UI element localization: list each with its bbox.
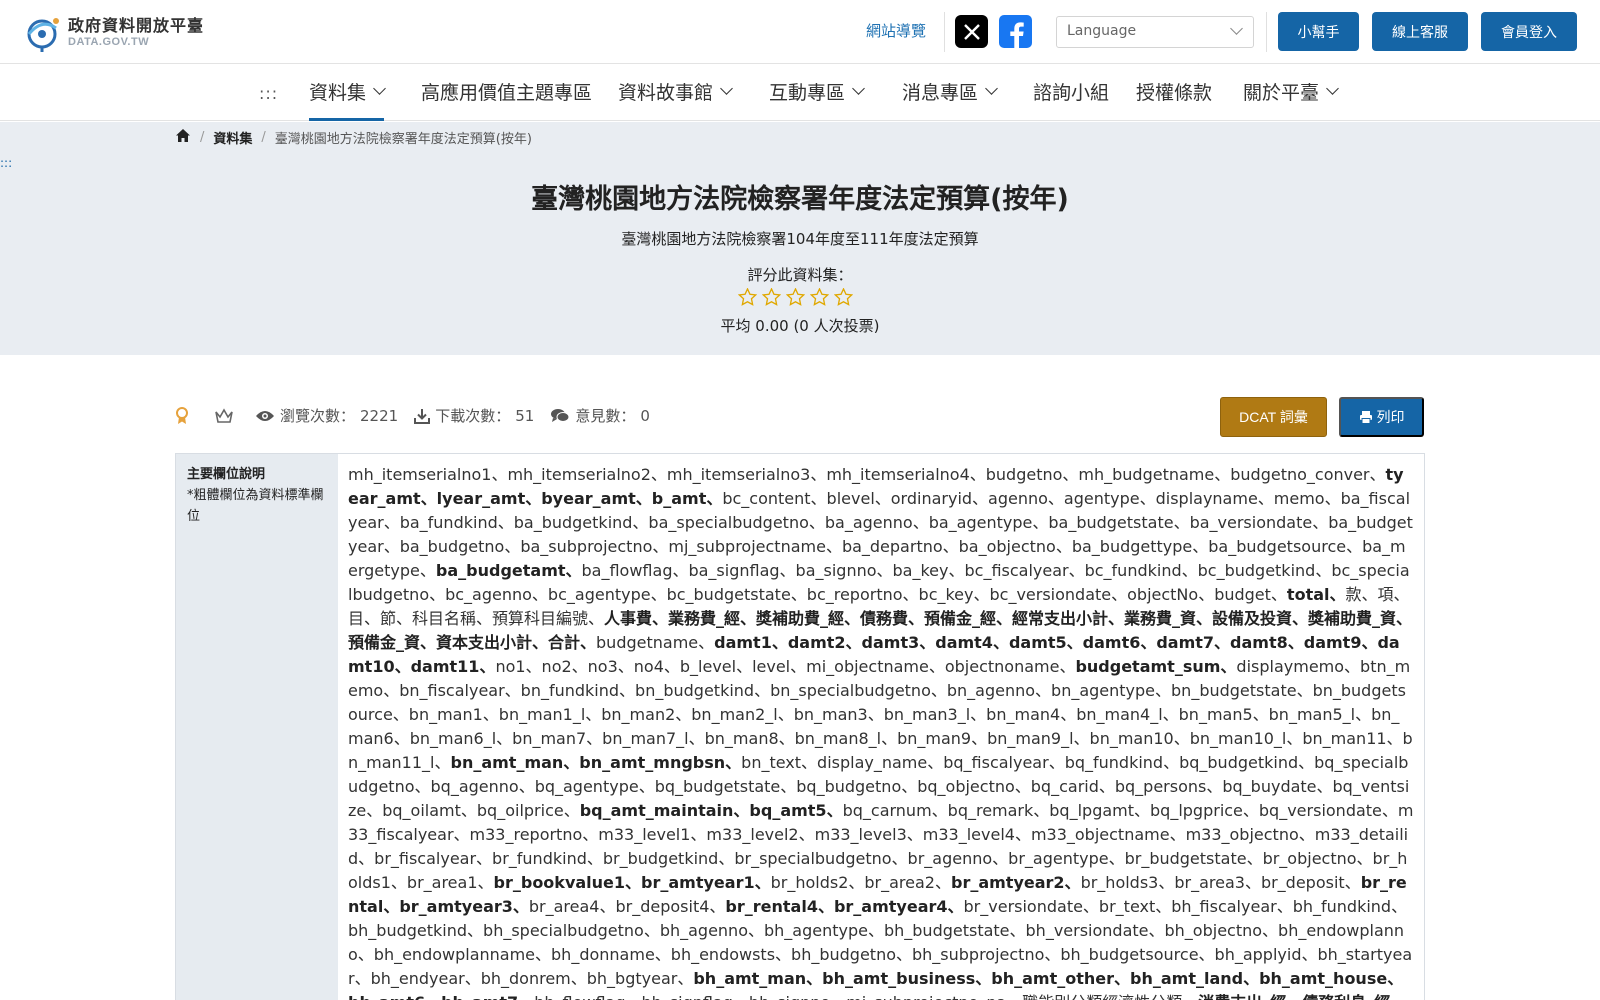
chevron-down-icon — [1326, 82, 1339, 95]
star-icon[interactable] — [834, 288, 853, 306]
facebook-icon[interactable] — [999, 15, 1032, 48]
helper-button[interactable]: 小幫手 — [1278, 12, 1359, 51]
fields-header-note: *粗體欄位為資料標準欄位 — [187, 488, 324, 524]
standard-field-segment: total、 — [1286, 585, 1346, 604]
rating-average: 平均 0.00 (0 人次投票) — [720, 317, 880, 335]
nav-item-label: 高應用價值主題專區 — [421, 82, 593, 104]
award-icon — [175, 406, 194, 425]
views-stat: 瀏覽次數： 2221 — [255, 405, 398, 426]
comments-count: 0 — [640, 406, 650, 425]
breadcrumb-datasets[interactable]: 資料集 — [213, 128, 252, 147]
standard-field-segment: bq_amt_maintain、bq_amt5、 — [579, 801, 843, 820]
nav-item-high-value[interactable]: 高應用價值主題專區 — [421, 78, 592, 121]
logo-subtitle: DATA.GOV.TW — [68, 35, 150, 48]
accesskey-anchor[interactable]: ::: — [259, 84, 278, 103]
language-placeholder: Language — [1067, 23, 1137, 39]
field-segment: br_area4、br_deposit4、 — [528, 897, 726, 916]
eye-icon — [256, 410, 274, 421]
nav-item-advisory[interactable]: 諮詢小組 — [1033, 78, 1109, 121]
rating-label: 評分此資料集： — [747, 266, 853, 284]
print-icon — [1359, 411, 1372, 424]
standard-field-segment: ba_budgetamt、 — [435, 561, 582, 580]
crown-icon — [214, 407, 239, 424]
field-segment: br_holds3、br_area3、br_deposit、 — [1080, 873, 1361, 892]
site-logo[interactable]: 政府資料開放平臺 DATA.GOV.TW — [22, 12, 204, 52]
logo-icon — [22, 12, 64, 52]
nav-item-license[interactable]: 授權條款 — [1136, 78, 1212, 121]
dcat-vocabulary-button[interactable]: DCAT 詞彙 — [1220, 397, 1327, 437]
top-header: 政府資料開放平臺 DATA.GOV.TW 網站導覽 Language 小幫手 線… — [0, 0, 1600, 64]
nav-item-stories[interactable]: 資料故事館 — [618, 78, 733, 121]
nav-item-datasets[interactable]: 資料集 — [309, 78, 386, 121]
sitemap-link[interactable]: 網站導覽 — [866, 20, 926, 41]
divider — [1266, 12, 1267, 52]
language-select[interactable]: Language — [1056, 16, 1254, 48]
nav-item-about[interactable]: 關於平臺 — [1243, 78, 1339, 121]
download-icon — [414, 408, 431, 424]
chevron-down-icon — [985, 82, 998, 95]
main-fields-table: 主要欄位說明 *粗體欄位為資料標準欄位 mh_itemserialno1、mh_… — [175, 453, 1425, 1000]
nav-item-label: 授權條款 — [1136, 82, 1213, 104]
dataset-hero: / 資料集 / 臺灣桃園地方法院檢察署年度法定預算(按年) ::: 臺灣桃園地方… — [0, 122, 1600, 355]
standard-field-segment: budgetamt_sum、 — [1075, 657, 1237, 676]
downloads-count: 51 — [515, 406, 535, 425]
field-segment: bh_flowflag、bh_signflag、bh_signno、mj_sub… — [534, 993, 1198, 1000]
nav-item-label: 資料故事館 — [618, 82, 714, 104]
member-login-button[interactable]: 會員登入 — [1481, 12, 1577, 51]
content-accesskey[interactable]: ::: — [0, 156, 12, 170]
nav-item-label: 諮詢小組 — [1033, 82, 1110, 104]
downloads-label: 下載次數： — [435, 407, 511, 425]
standard-field-segment: br_rental4、br_amtyear4、 — [725, 897, 964, 916]
rating-stars[interactable] — [738, 288, 853, 306]
views-label: 瀏覽次數： — [280, 407, 356, 425]
downloads-stat: 下載次數： 51 — [414, 405, 534, 426]
standard-field-segment: br_amtyear2、 — [950, 873, 1081, 892]
nav-item-label: 關於平臺 — [1243, 82, 1320, 104]
standard-field-segment: bn_amt_man、bn_amt_mngbsn、 — [450, 753, 742, 772]
breadcrumb: / 資料集 / 臺灣桃園地方法院檢察署年度法定預算(按年) — [175, 128, 532, 147]
comments-label: 意見數： — [575, 407, 636, 425]
chevron-down-icon — [720, 82, 733, 95]
nav-item-news[interactable]: 消息專區 — [902, 78, 998, 121]
nav-item-label: 資料集 — [309, 82, 367, 104]
logo-title: 政府資料開放平臺 — [68, 15, 205, 35]
x-twitter-icon[interactable] — [955, 15, 988, 48]
chevron-down-icon — [852, 82, 865, 95]
field-segment: budgetname、 — [596, 633, 715, 652]
field-segment: br_holds2、br_area2、 — [770, 873, 951, 892]
dataset-description: 臺灣桃園地方法院檢察署104年度至111年度法定預算 — [621, 230, 979, 248]
nav-item-label: 消息專區 — [902, 82, 979, 104]
dataset-title: 臺灣桃園地方法院檢察署年度法定預算(按年) — [531, 184, 1069, 215]
breadcrumb-current: 臺灣桃園地方法院檢察署年度法定預算(按年) — [274, 132, 532, 147]
star-icon[interactable] — [810, 288, 829, 306]
fields-header-title: 主要欄位說明 — [187, 467, 266, 482]
dataset-stats: 瀏覽次數： 2221 下載次數： 51 意見數： 0 — [175, 405, 666, 426]
star-icon[interactable] — [786, 288, 805, 306]
views-count: 2221 — [360, 406, 399, 425]
print-label: 列印 — [1376, 409, 1405, 425]
standard-field-segment: br_bookvalue1、br_amtyear1、 — [493, 873, 771, 892]
online-support-button[interactable]: 線上客服 — [1372, 12, 1468, 51]
home-icon[interactable] — [175, 128, 191, 147]
print-button[interactable]: 列印 — [1339, 397, 1424, 437]
fields-list: mh_itemserialno1、mh_itemserialno2、mh_ite… — [338, 454, 1424, 1000]
chevron-down-icon — [1230, 22, 1243, 35]
comments-stat: 意見數： 0 — [550, 405, 650, 426]
fields-header: 主要欄位說明 *粗體欄位為資料標準欄位 — [176, 454, 338, 1000]
field-segment: mh_itemserialno1、mh_itemserialno2、mh_ite… — [348, 465, 1386, 484]
star-icon[interactable] — [738, 288, 757, 306]
comments-icon — [551, 408, 570, 422]
divider — [944, 12, 945, 52]
field-segment: no1、no2、no3、no4、b_level、level、mi_objectn… — [495, 657, 1076, 676]
nav-item-interactive[interactable]: 互動專區 — [769, 78, 865, 121]
nav-item-label: 互動專區 — [769, 82, 846, 104]
main-nav: ::: 資料集 高應用價值主題專區 資料故事館 互動專區 消息專區 諮詢小組 授… — [0, 64, 1600, 121]
chevron-down-icon — [373, 82, 386, 95]
star-icon[interactable] — [762, 288, 781, 306]
